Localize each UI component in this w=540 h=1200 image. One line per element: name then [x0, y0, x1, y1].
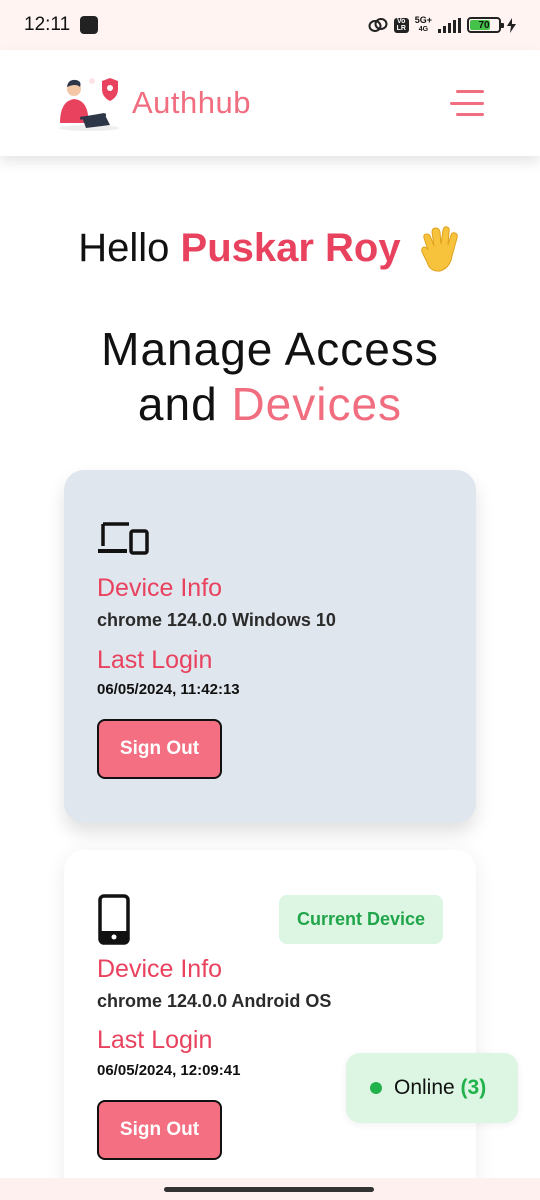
brand-logo-icon	[59, 78, 119, 131]
greeting: Hello Puskar Roy	[0, 226, 540, 274]
network-type-icon: 5G+ 4G	[415, 16, 432, 34]
heading-line-2-accent: Devices	[231, 378, 403, 430]
status-time: 12:11	[24, 14, 71, 35]
heading-line-2-plain: and	[137, 378, 218, 430]
online-indicator[interactable]: Online (3)	[346, 1053, 518, 1123]
waving-hand-icon	[421, 226, 458, 273]
signal-icon	[438, 17, 461, 33]
network-type-bottom: 4G	[418, 26, 429, 33]
hamburger-menu-button[interactable]	[450, 90, 484, 116]
status-bar: 12:11 Vo LR 5G+ 4G 70	[0, 0, 540, 50]
user-name: Puskar Roy	[180, 226, 401, 270]
device-card: Device Info chrome 124.0.0 Windows 10 La…	[64, 470, 476, 823]
last-login-label: Last Login	[97, 1026, 213, 1054]
device-card: Current Device Device Info chrome 124.0.…	[64, 850, 476, 1200]
notification-app-icon	[80, 16, 99, 34]
system-nav-bar	[0, 1178, 540, 1200]
battery-level: 70	[478, 19, 490, 31]
smartphone-icon	[98, 894, 130, 945]
device-info-label: Device Info	[97, 955, 223, 983]
page-heading: Manage Access and Devices	[0, 322, 540, 432]
last-login-label: Last Login	[97, 646, 213, 674]
heading-line-1: Manage Access	[101, 323, 439, 375]
current-device-badge: Current Device	[279, 895, 443, 944]
online-status-dot-icon	[370, 1082, 382, 1094]
menu-line	[456, 90, 484, 93]
greeting-hello: Hello	[78, 226, 170, 270]
status-left: 12:11	[24, 14, 99, 36]
device-info-label: Device Info	[97, 574, 223, 602]
gesture-handle[interactable]	[164, 1187, 374, 1192]
sign-out-button[interactable]: Sign Out	[97, 719, 222, 779]
sign-out-button[interactable]: Sign Out	[97, 1100, 222, 1160]
laptop-phone-icon	[98, 522, 149, 555]
app-header: Authhub	[0, 50, 540, 156]
online-label: Online (3)	[394, 1076, 486, 1100]
status-right: Vo LR 5G+ 4G 70	[368, 16, 516, 34]
online-label-text: Online	[394, 1076, 455, 1099]
device-info-value: chrome 124.0.0 Android OS	[97, 991, 332, 1011]
battery-icon: 70	[467, 17, 504, 33]
charging-bolt-icon	[507, 17, 516, 33]
menu-line	[456, 113, 484, 116]
heading-line-2: and Devices	[0, 377, 540, 432]
device-info-value: chrome 124.0.0 Windows 10	[97, 610, 336, 630]
menu-line	[450, 101, 484, 105]
brand-name: Authhub	[132, 85, 251, 120]
hotspot-link-icon	[368, 17, 388, 33]
volte-icon: Vo LR	[393, 17, 409, 33]
brand[interactable]: Authhub	[54, 73, 251, 133]
online-count: (3)	[460, 1076, 487, 1099]
last-login-value: 06/05/2024, 11:42:13	[97, 681, 240, 698]
last-login-value: 06/05/2024, 12:09:41	[97, 1062, 241, 1079]
network-type-top: 5G+	[414, 15, 432, 25]
